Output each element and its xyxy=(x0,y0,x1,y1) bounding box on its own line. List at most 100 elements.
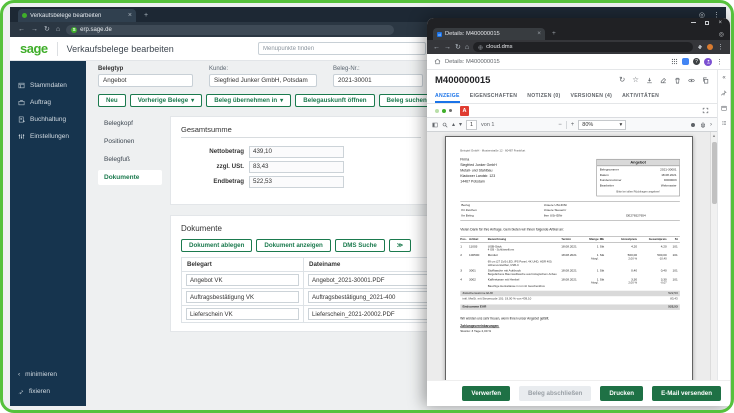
user-avatar-icon[interactable] xyxy=(704,57,712,66)
beleg-subnav: Belegkopf Positionen Belegfuß Dokumente xyxy=(98,116,162,332)
reload-icon[interactable]: ↻ xyxy=(44,26,50,33)
more-tools-icon[interactable]: › xyxy=(710,122,712,128)
tab-notizen[interactable]: NOTIZEN (0) xyxy=(527,90,560,103)
email-versenden-button[interactable]: E-Mail versenden xyxy=(652,386,721,401)
belegart-cell[interactable]: Angebot VK xyxy=(186,274,299,286)
star-icon[interactable]: ☆ xyxy=(632,76,639,84)
profile-avatar-icon[interactable] xyxy=(707,44,713,50)
belegtyp-input[interactable]: Angebot xyxy=(98,74,193,87)
rail-tasks-icon[interactable] xyxy=(721,120,727,126)
new-tab-button[interactable]: + xyxy=(144,12,148,19)
scrollbar-thumb[interactable] xyxy=(712,142,717,204)
summary-title: Gesamtsumme xyxy=(181,125,421,138)
belegnr-input[interactable]: 2021-30001 xyxy=(333,74,423,87)
drucken-button[interactable]: Drucken xyxy=(600,386,644,401)
rail-expand-icon[interactable]: « xyxy=(722,75,725,81)
tab-close-icon[interactable]: × xyxy=(537,30,541,38)
sidebar-toggle-icon[interactable] xyxy=(432,122,438,128)
tab-close-icon[interactable]: × xyxy=(128,12,132,19)
sidebar-item-einstellungen[interactable]: Einstellungen xyxy=(10,128,86,145)
fullscreen-icon[interactable] xyxy=(702,107,709,114)
address-bar[interactable]: S erp.sage.de xyxy=(66,24,395,35)
edit-icon[interactable] xyxy=(660,77,667,84)
page-input[interactable]: 1 xyxy=(466,119,478,130)
sidebar-minimize-button[interactable]: ‹ minimieren xyxy=(10,366,86,383)
pdf-page[interactable]: Beispiel GmbH · Musterstraße 12 · 60487 … xyxy=(444,136,693,380)
tab-anzeige[interactable]: ANZEIGE xyxy=(435,90,460,103)
site-favicon-icon: S xyxy=(71,26,78,33)
dms-suche-button[interactable]: DMS Suche xyxy=(334,239,385,252)
copy-icon[interactable] xyxy=(702,77,709,84)
ust-input[interactable]: 83,43 xyxy=(249,160,344,173)
subnav-belegkopf[interactable]: Belegkopf xyxy=(98,116,162,131)
annotate-icon[interactable] xyxy=(690,122,696,128)
new-tab-button[interactable]: + xyxy=(552,30,556,38)
pdf-scrollbar[interactable]: ▲ xyxy=(710,132,717,380)
tab-eigenschaften[interactable]: EIGENSCHAFTEN xyxy=(470,90,517,103)
window-minimize-icon[interactable] xyxy=(691,22,697,23)
browser-tab[interactable]: Verkaufsbelege bearbeiten × xyxy=(18,9,136,22)
back-icon[interactable]: ← xyxy=(433,44,440,51)
forward-icon[interactable]: → xyxy=(444,44,451,51)
tab-versionen[interactable]: VERSIONEN (4) xyxy=(571,90,613,103)
beleg-uebernehmen-button[interactable]: Beleg übernehmen in ▾ xyxy=(206,94,292,107)
delete-icon[interactable] xyxy=(674,77,681,84)
extension-icon[interactable] xyxy=(697,44,703,50)
home-icon[interactable]: ⌂ xyxy=(56,26,60,33)
sum-label: Nettobetrag xyxy=(209,148,244,155)
field-label: Kunde: xyxy=(209,66,229,72)
belegauskunft-button[interactable]: Belegauskunft öffnen xyxy=(295,94,375,107)
neu-button[interactable]: Neu xyxy=(98,94,126,107)
forward-icon[interactable]: → xyxy=(31,26,38,33)
zoom-select[interactable]: 80% ▾ xyxy=(578,119,627,130)
browser-tab[interactable]: d Details: M400000015 × xyxy=(433,28,545,40)
belegart-cell[interactable]: Auftragsbestätigung VK xyxy=(186,291,299,303)
back-icon[interactable]: ← xyxy=(18,26,25,33)
sidebar-pin-button[interactable]: fixieren xyxy=(10,383,86,400)
refresh-icon[interactable]: ↻ xyxy=(619,76,625,84)
belegart-cell[interactable]: Lieferschein VK xyxy=(186,308,299,320)
page-down-icon[interactable]: ▾ xyxy=(459,122,462,128)
documents-more-button[interactable]: ≫ xyxy=(388,239,412,252)
sage-logo: sage xyxy=(20,41,48,56)
zoom-out-icon[interactable]: − xyxy=(558,122,562,128)
preview-eye-icon[interactable] xyxy=(688,77,695,84)
overflow-menu-icon[interactable]: ⋮ xyxy=(716,58,723,66)
browser-menu-icon[interactable]: ⋮ xyxy=(717,44,724,51)
tab-aktivitaeten[interactable]: AKTIVITÄTEN xyxy=(622,90,659,103)
sidebar-item-buchhaltung[interactable]: Buchhaltung xyxy=(10,111,86,128)
verwerfen-button[interactable]: Verwerfen xyxy=(462,386,510,401)
download-icon[interactable] xyxy=(646,77,653,84)
vorherige-belege-button[interactable]: Vorherige Belege ▾ xyxy=(129,94,203,107)
apps-grid-icon[interactable] xyxy=(671,58,678,65)
menu-search-input[interactable] xyxy=(258,42,426,55)
sum-label: Endbetrag xyxy=(213,178,244,185)
app-tile-icon[interactable] xyxy=(682,58,689,65)
rail-pin-icon[interactable] xyxy=(721,90,727,96)
subnav-positionen[interactable]: Positionen xyxy=(98,134,162,149)
beleg-abschliessen-button[interactable]: Beleg abschließen xyxy=(518,386,592,401)
help-icon[interactable]: ? xyxy=(693,58,700,65)
cast-icon[interactable]: ◎ xyxy=(719,32,724,38)
window-maximize-icon[interactable] xyxy=(705,20,710,25)
reload-icon[interactable]: ↻ xyxy=(455,44,461,51)
print-icon[interactable] xyxy=(700,122,706,128)
window-close-icon[interactable]: × xyxy=(718,20,722,26)
search-icon[interactable] xyxy=(442,122,448,128)
address-bar[interactable]: cloud.dms xyxy=(473,42,693,52)
subnav-belegfuss[interactable]: Belegfuß xyxy=(98,152,162,167)
home-icon[interactable]: ⌂ xyxy=(465,44,469,51)
dokument-anzeigen-button[interactable]: Dokument anzeigen xyxy=(256,239,331,252)
pdf-viewport: Beispiel GmbH · Musterstraße 12 · 60487 … xyxy=(427,132,717,380)
sidebar-item-stammdaten[interactable]: Stammdaten xyxy=(10,77,86,94)
home-icon[interactable] xyxy=(434,58,441,65)
page-up-icon[interactable]: ▴ xyxy=(452,122,455,128)
dokument-ablegen-button[interactable]: Dokument ablegen xyxy=(181,239,253,252)
kunde-input[interactable]: Siegfried Junker GmbH, Potsdam xyxy=(209,74,317,87)
nettobetrag-input[interactable]: 439,10 xyxy=(249,145,344,158)
sidebar-item-auftrag[interactable]: Auftrag xyxy=(10,94,86,111)
endbetrag-input[interactable]: 522,53 xyxy=(249,175,344,188)
zoom-in-icon[interactable]: + xyxy=(571,122,575,128)
rail-calendar-icon[interactable] xyxy=(721,105,727,111)
subnav-dokumente[interactable]: Dokumente xyxy=(98,170,162,185)
